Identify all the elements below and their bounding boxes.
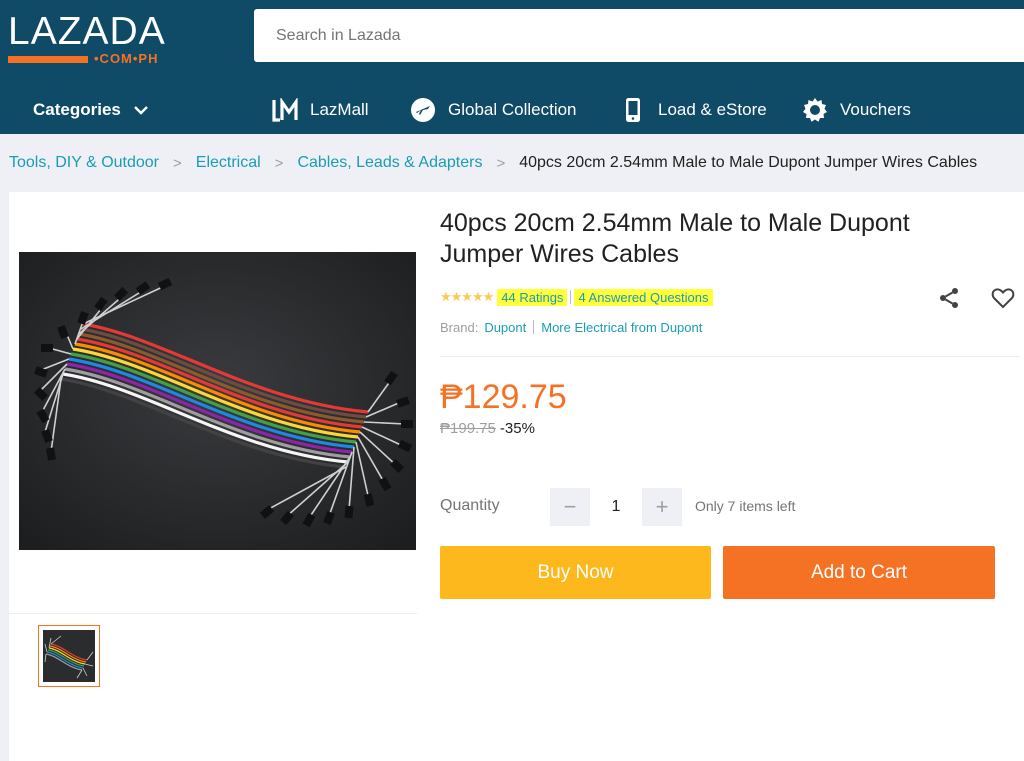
categories-label: Categories xyxy=(33,100,121,119)
product-title-line-1: 40pcs 20cm 2.54mm Male to Male Dupont xyxy=(440,209,910,237)
image-divider xyxy=(9,613,417,614)
rating-row: ★★★★★ 44 Ratings 4 Answered Questions xyxy=(440,286,713,308)
quantity-label: Quantity xyxy=(440,497,500,514)
site-header: LAZADA •COM•PH Search in Lazada Categori… xyxy=(0,0,1024,134)
quantity-decrease-button[interactable]: − xyxy=(550,488,590,526)
quantity-input[interactable]: 1 xyxy=(590,488,642,526)
breadcrumb-link-cables[interactable]: Cables, Leads & Adapters xyxy=(297,154,482,172)
plus-icon: + xyxy=(655,494,669,519)
breadcrumb-link-tools[interactable]: Tools, DIY & Outdoor xyxy=(9,154,159,172)
buy-now-label: Buy Now xyxy=(537,561,614,583)
add-to-cart-button[interactable]: Add to Cart xyxy=(723,546,995,599)
chevron-down-icon xyxy=(134,106,148,115)
price-old-row: ₱199.75 -35% xyxy=(440,420,535,437)
buy-now-button[interactable]: Buy Now xyxy=(440,546,711,599)
brand-label: Brand: xyxy=(440,319,479,335)
chevron-right-icon: > xyxy=(173,154,182,172)
nav-label-lazmall: LazMall xyxy=(310,100,369,119)
brand-link[interactable]: Dupont xyxy=(484,320,526,335)
chevron-right-icon: > xyxy=(496,154,506,172)
logo-text: LAZADA xyxy=(8,10,166,53)
product-image[interactable] xyxy=(19,252,416,550)
phone-icon xyxy=(620,97,646,123)
product-title-line-2: Jumper Wires Cables xyxy=(440,240,679,268)
share-icon[interactable] xyxy=(937,286,961,310)
brand-separator xyxy=(533,320,535,334)
logo-domain: •COM•PH xyxy=(94,51,159,66)
section-divider xyxy=(440,356,1020,357)
nav-item-load-estore[interactable]: Load & eStore xyxy=(620,86,767,134)
add-to-cart-label: Add to Cart xyxy=(810,561,908,583)
rating-separator xyxy=(570,290,572,304)
heart-icon[interactable] xyxy=(991,286,1015,310)
discount-badge: -35% xyxy=(499,420,535,437)
chevron-right-icon: > xyxy=(274,154,284,172)
main-nav: Categories LazMall Global Collection Loa… xyxy=(0,86,1024,134)
original-price: ₱199.75 xyxy=(440,420,496,437)
brand-row: Brand: Dupont More Electrical from Dupon… xyxy=(440,318,702,336)
more-from-brand-link[interactable]: More Electrical from Dupont xyxy=(541,320,702,335)
lazada-logo[interactable]: LAZADA •COM•PH xyxy=(8,12,168,68)
breadcrumb: Tools, DIY & Outdoor > Electrical > Cabl… xyxy=(9,150,977,176)
logo-underline xyxy=(8,56,88,63)
star-rating-icon: ★★★★★ xyxy=(440,289,494,304)
current-price: ₱129.75 xyxy=(440,378,567,416)
nav-label-load-estore: Load & eStore xyxy=(658,100,767,119)
product-title: 40pcs 20cm 2.54mm Male to Male Dupont Ju… xyxy=(440,208,980,270)
breadcrumb-link-electrical[interactable]: Electrical xyxy=(196,154,261,172)
quantity-increase-button[interactable]: + xyxy=(642,488,682,526)
ratings-link[interactable]: 44 Ratings xyxy=(497,288,568,306)
voucher-badge-icon xyxy=(802,97,828,123)
nav-label-vouchers: Vouchers xyxy=(840,100,911,119)
product-thumbnail[interactable] xyxy=(38,625,100,687)
nav-item-global-collection[interactable]: Global Collection xyxy=(410,86,577,134)
airplane-icon xyxy=(410,97,436,123)
search-placeholder: Search in Lazada xyxy=(276,26,401,44)
nav-item-vouchers[interactable]: Vouchers xyxy=(802,86,911,134)
minus-icon: − xyxy=(563,494,577,519)
stock-note: Only 7 items left xyxy=(695,498,796,514)
nav-item-lazmall[interactable]: LazMall xyxy=(272,86,369,134)
product-card: 40pcs 20cm 2.54mm Male to Male Dupont Ju… xyxy=(9,192,1024,761)
questions-link[interactable]: 4 Answered Questions xyxy=(574,288,713,306)
search-input[interactable]: Search in Lazada xyxy=(254,9,1024,62)
nav-label-global-collection: Global Collection xyxy=(448,100,577,119)
breadcrumb-current: 40pcs 20cm 2.54mm Male to Male Dupont Ju… xyxy=(519,154,978,171)
lazmall-icon xyxy=(272,97,298,123)
categories-menu[interactable]: Categories xyxy=(33,86,149,134)
